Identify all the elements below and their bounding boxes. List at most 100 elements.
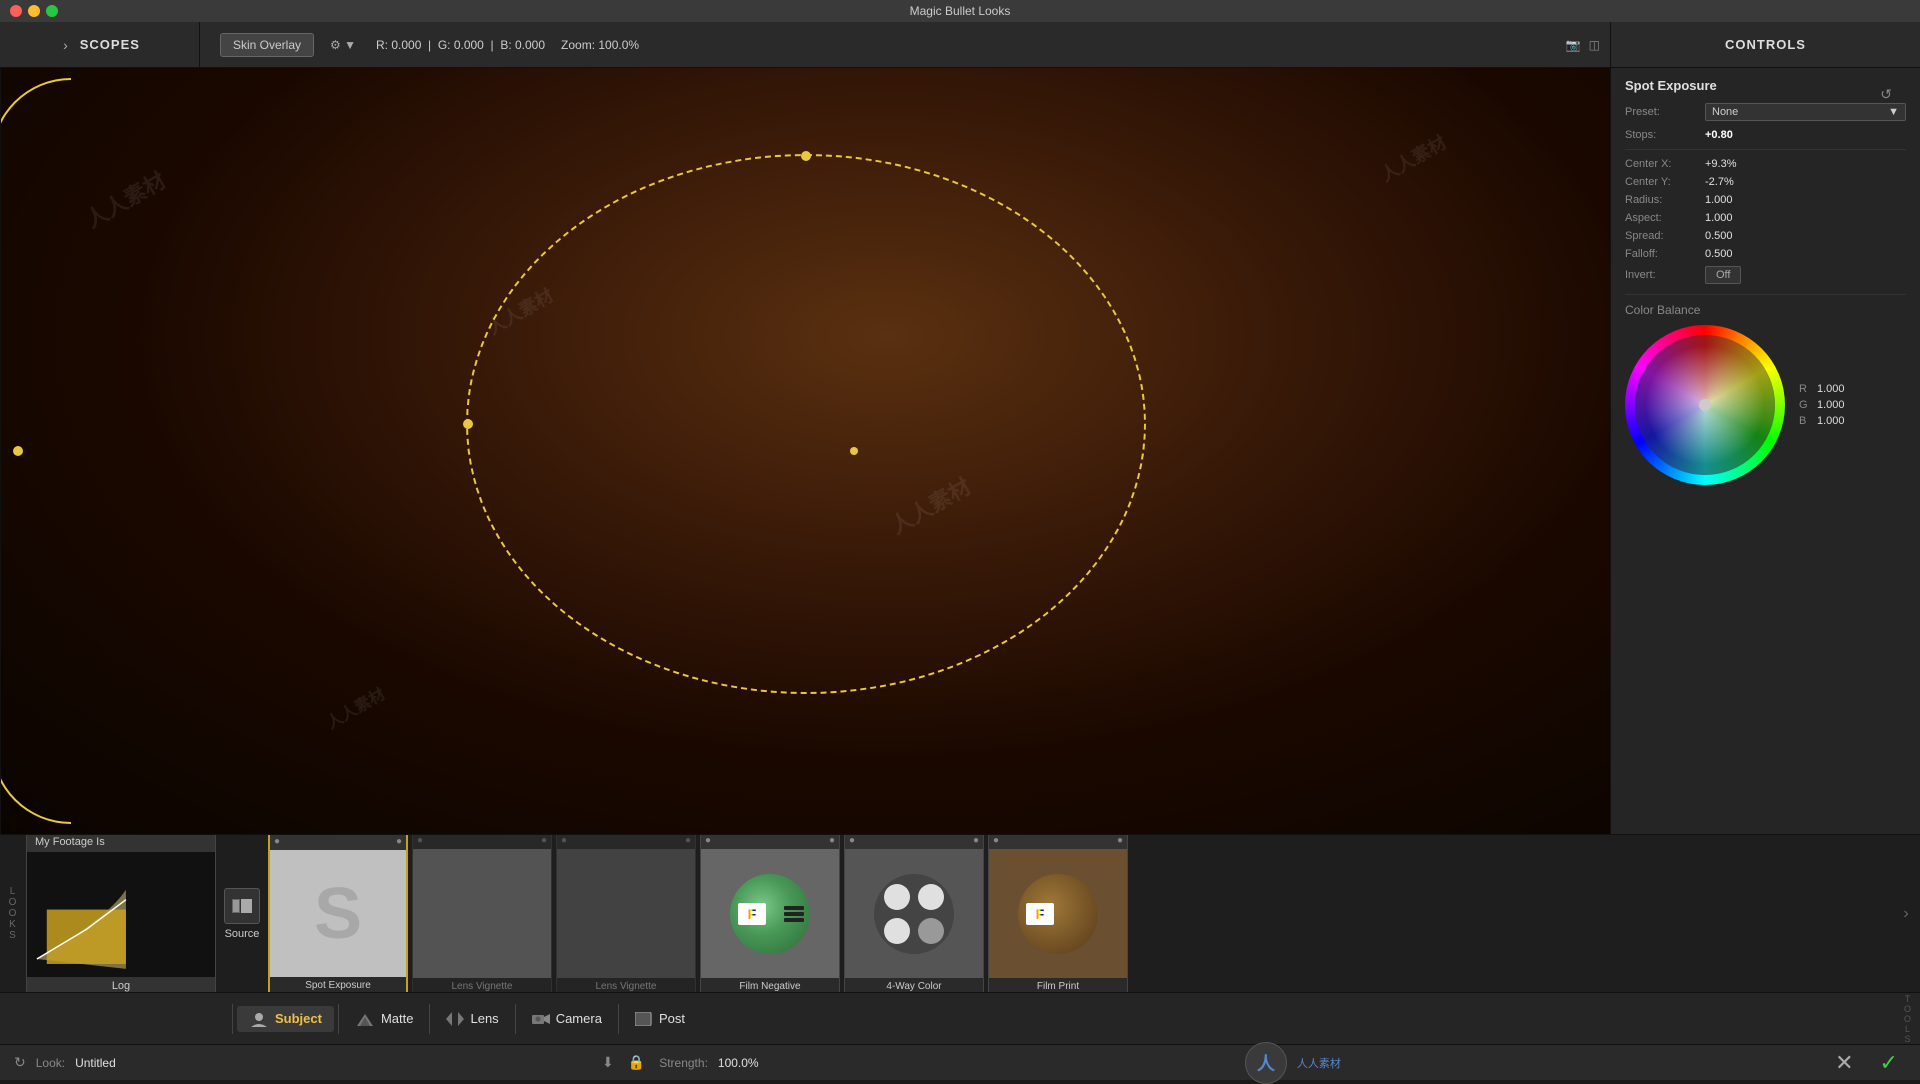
divider-strip5 — [618, 1004, 619, 1034]
b-row: B 1.000 — [1799, 415, 1845, 427]
post-icon — [635, 1012, 653, 1026]
r-display: R: 0.000 | G: 0.000 | B: 0.000 — [376, 38, 545, 52]
post-segment[interactable]: Post — [623, 1006, 697, 1031]
watermark: 人人素材 — [884, 469, 976, 541]
card-header: ● ● — [557, 835, 695, 849]
lock-icon[interactable]: 🔒 — [628, 1054, 645, 1071]
scopes-header: › SCOPES — [0, 22, 200, 67]
b-value: 1.000 — [1817, 415, 1845, 427]
center-y-value: -2.7% — [1705, 176, 1734, 188]
source-segment: Source — [220, 888, 264, 940]
card-lock-icon: ● — [561, 835, 567, 846]
wheel-center-dot — [1699, 399, 1711, 411]
save-icon[interactable]: ⬇ — [602, 1054, 614, 1071]
spot-handle-top[interactable] — [801, 151, 811, 161]
spread-value: 0.500 — [1705, 230, 1733, 242]
multicam-icon[interactable]: ◫ — [1589, 38, 1600, 52]
falloff-row: Falloff: 0.500 — [1625, 248, 1906, 260]
center-y-row: Center Y: -2.7% — [1625, 176, 1906, 188]
app-title: Magic Bullet Looks — [910, 4, 1011, 18]
stops-row: Stops: +0.80 — [1625, 129, 1906, 141]
card-remove-icon[interactable]: ● — [541, 835, 547, 846]
rgb-values: R 1.000 G 1.000 B 1.000 — [1799, 383, 1845, 427]
center-preview: 人人素材 人人素材 人人素材 人人素材 人人素材 — [1, 68, 1610, 834]
g-row: G 1.000 — [1799, 399, 1845, 411]
camera-segment[interactable]: Camera — [520, 1006, 614, 1031]
source-curve — [27, 852, 215, 977]
settings-icon[interactable]: ⚙ ▼ — [330, 38, 356, 52]
panel-title: Spot Exposure — [1625, 78, 1906, 93]
spot-exposure-circle[interactable] — [466, 154, 1146, 694]
g-value: 1.000 — [1817, 399, 1845, 411]
effect-card-4way-color[interactable]: ● ● 4-Way Color — [844, 835, 984, 992]
spot-handle-left[interactable] — [463, 419, 473, 429]
falloff-label: Falloff: — [1625, 248, 1705, 260]
confirm-button[interactable]: ✓ — [1872, 1046, 1906, 1080]
camera-label: Camera — [556, 1011, 602, 1026]
arc-handle[interactable] — [13, 446, 23, 456]
preset-select[interactable]: None ▼ — [1705, 103, 1906, 121]
lens-icon — [446, 1012, 464, 1026]
effect-card-spot-exposure[interactable]: ● ● S Spot Exposure — [268, 835, 408, 992]
source-icon-button[interactable] — [224, 888, 260, 924]
card-remove-icon[interactable]: ● — [829, 835, 835, 846]
card-remove-icon[interactable]: ● — [396, 836, 402, 847]
effect-card-lens-vignette-2[interactable]: ● ● Lens Vignette — [556, 835, 696, 992]
skin-overlay-button[interactable]: Skin Overlay — [220, 33, 314, 57]
watermark: 人人素材 — [482, 282, 557, 341]
logo-badge: 人 — [1245, 1042, 1287, 1084]
card-remove-icon[interactable]: ● — [1117, 835, 1123, 846]
effect-card-lens-vignette-1[interactable]: ● ● Lens Vignette — [412, 835, 552, 992]
look-label: Look: — [36, 1056, 65, 1070]
card-header: ● ● — [989, 835, 1127, 849]
film-negative-icon: F — [730, 874, 810, 954]
reset-button[interactable]: ↺ — [1880, 86, 1892, 103]
center-x-value: +9.3% — [1705, 158, 1737, 170]
invert-toggle[interactable]: Off — [1705, 266, 1741, 284]
source-card-title: My Footage Is — [27, 835, 215, 852]
expand-right-arrow[interactable]: › — [1896, 905, 1916, 923]
card-header: ● ● — [701, 835, 839, 849]
preset-row: Preset: None ▼ — [1625, 103, 1906, 121]
cancel-button[interactable]: ✕ — [1827, 1046, 1861, 1080]
window-controls[interactable] — [10, 5, 58, 17]
maximize-button[interactable] — [46, 5, 58, 17]
r-value: 1.000 — [1817, 383, 1845, 395]
subject-segment[interactable]: Subject — [237, 1006, 334, 1032]
lens-vignette-preview-2 — [557, 849, 695, 978]
film-neg-strips — [784, 906, 804, 922]
source-segment-icon — [232, 899, 252, 913]
close-button[interactable] — [10, 5, 22, 17]
aspect-label: Aspect: — [1625, 212, 1705, 224]
lens-label: Lens — [470, 1011, 498, 1026]
card-remove-icon[interactable]: ● — [973, 835, 979, 846]
lens-segment[interactable]: Lens — [434, 1006, 510, 1031]
card-lock-icon: ● — [274, 836, 280, 847]
card-remove-icon[interactable]: ● — [685, 835, 691, 846]
undo-icon[interactable]: ↻ — [14, 1054, 26, 1071]
center-x-label: Center X: — [1625, 158, 1705, 170]
color-wheel-container: R 1.000 G 1.000 B 1.000 — [1625, 325, 1906, 485]
invert-label: Invert: — [1625, 269, 1705, 281]
title-bar: Magic Bullet Looks — [0, 0, 1920, 22]
spot-center-handle[interactable] — [850, 447, 858, 455]
effect-card-film-negative[interactable]: ● ● F Film — [700, 835, 840, 992]
matte-segment[interactable]: Matte — [343, 1006, 426, 1031]
footer-bar: ↻ Look: Untitled ⬇ 🔒 Strength: 100.0% 人 … — [0, 1044, 1920, 1080]
film-f-badge: F — [738, 903, 766, 925]
controls-panel: Spot Exposure ↺ Preset: None ▼ Stops: +0… — [1610, 68, 1920, 834]
divider-strip3 — [429, 1004, 430, 1034]
spread-label: Spread: — [1625, 230, 1705, 242]
camera-icon[interactable]: 📷 — [1566, 38, 1581, 52]
radius-label: Radius: — [1625, 194, 1705, 206]
matte-label: Matte — [381, 1011, 414, 1026]
minimize-button[interactable] — [28, 5, 40, 17]
collapse-arrow-icon[interactable]: › — [59, 33, 72, 57]
watermark-text: 人人素材 — [1297, 1055, 1341, 1071]
source-card[interactable]: My Footage Is Log — [26, 835, 216, 992]
effect-card-film-print[interactable]: ● ● F Film Print — [988, 835, 1128, 992]
color-wheel[interactable] — [1625, 325, 1785, 485]
divider — [1625, 149, 1906, 150]
content-row: 人人素材 人人素材 人人素材 人人素材 人人素材 Spot Exposure ↺… — [0, 68, 1920, 834]
preset-label: Preset: — [1625, 106, 1705, 118]
